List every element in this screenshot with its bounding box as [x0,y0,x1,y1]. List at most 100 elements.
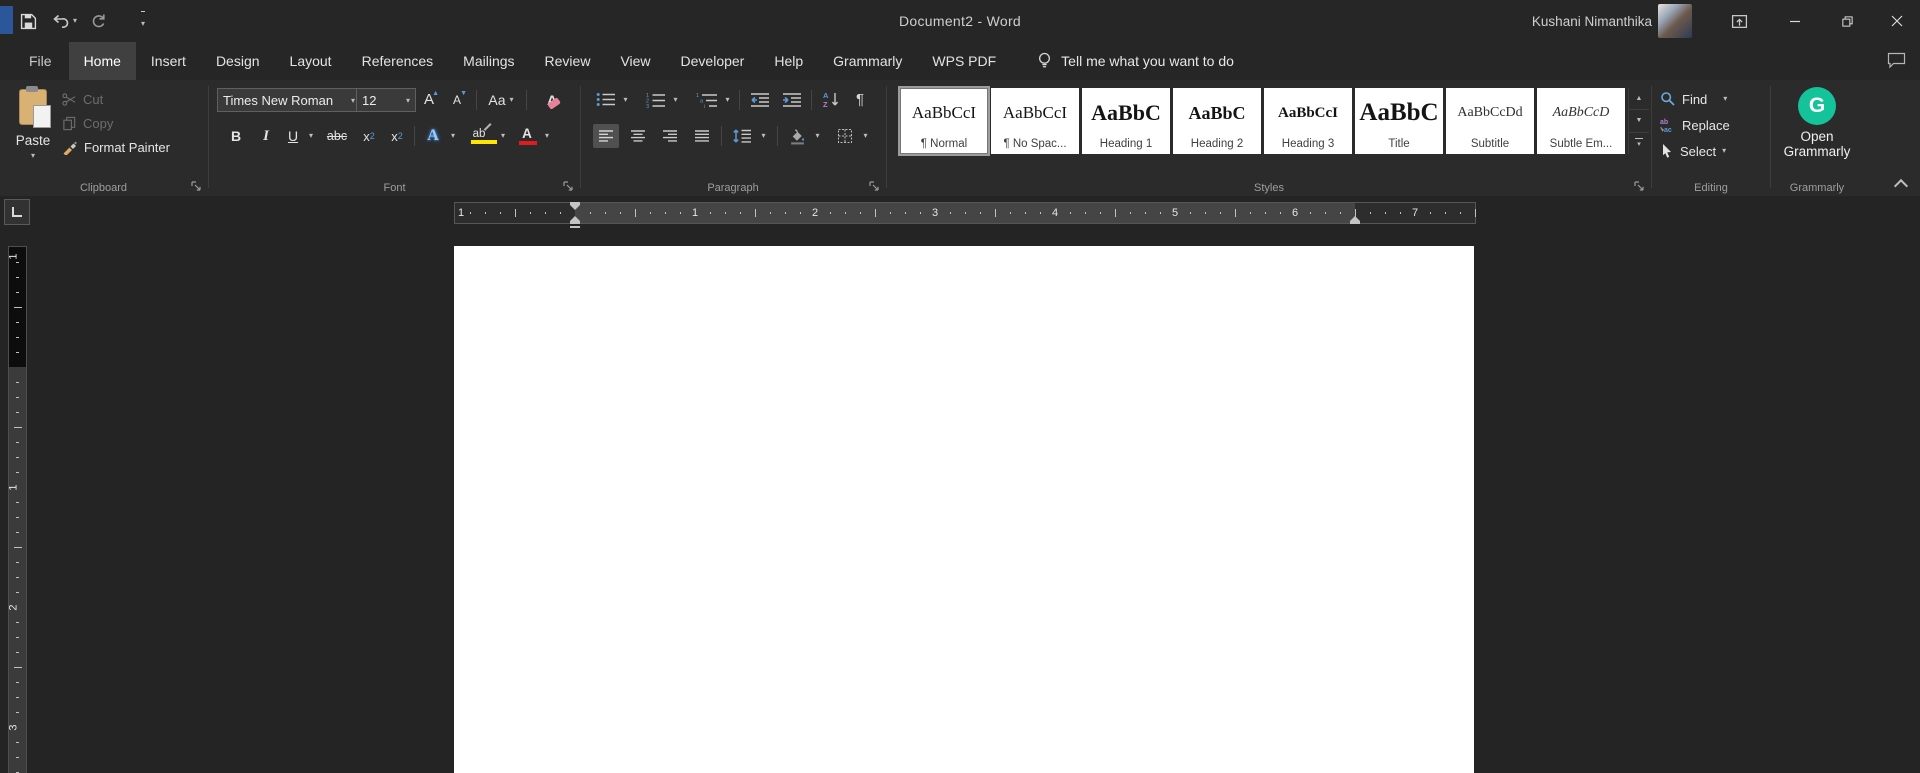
bold-button[interactable]: B [224,124,248,148]
account-user-name[interactable]: Kushani Nimanthika [1532,0,1652,42]
horizontal-ruler[interactable]: 1 1 2 3 4 5 6 7 [454,202,1476,231]
style-no-spac[interactable]: AaBbCcI ¶ No Spac... [991,88,1079,154]
align-center-button[interactable] [625,124,651,148]
right-indent-marker[interactable] [1350,216,1360,224]
ruler-number: 5 [1171,207,1179,219]
format-painter-button[interactable]: Format Painter [62,136,170,158]
collapse-ribbon-button[interactable] [1893,178,1909,194]
tab-insert[interactable]: Insert [136,42,201,80]
numbering-button[interactable]: 1 2 3 [643,88,669,111]
style-heading-2[interactable]: AaBbC Heading 2 [1173,88,1261,154]
line-spacing-button[interactable] [727,124,757,148]
tab-review[interactable]: Review [530,42,606,80]
vertical-ruler[interactable]: 1 1 2 3 [8,246,27,773]
style-heading-1[interactable]: AaBbC Heading 1 [1082,88,1170,154]
style-title[interactable]: AaBbC Title [1355,88,1443,154]
close-button[interactable] [1874,0,1920,42]
align-left-button[interactable] [593,124,619,148]
paragraph-dialog-launcher[interactable] [868,180,881,193]
comment-bubble-icon[interactable] [1887,52,1906,69]
first-line-indent-marker[interactable] [570,202,580,210]
tab-references[interactable]: References [347,42,449,80]
ruler-tick [515,209,516,217]
open-grammarly-button[interactable]: G Open Grammarly [1772,80,1862,176]
font-name-combobox[interactable]: Times New Roman ▾ [217,88,361,112]
shrink-font-button[interactable]: A ▼ [444,88,470,111]
justify-button[interactable] [689,124,715,148]
paste-button[interactable]: Paste ▾ [8,86,58,178]
bullets-button[interactable] [593,88,619,111]
styles-scroll-up-button[interactable]: ▲ [1629,88,1649,111]
styles-gallery-more-button[interactable]: ▾ [1629,133,1649,154]
style-sample-text: AaBbCcI [1002,103,1068,122]
shading-dropdown[interactable]: ▾ [811,124,824,148]
restore-button[interactable] [1824,0,1870,42]
italic-button[interactable]: I [254,124,278,148]
text-effects-button[interactable]: A [420,124,446,148]
clear-formatting-button[interactable]: A [536,88,568,111]
tab-home[interactable]: Home [68,42,136,80]
tab-file[interactable]: File [12,42,69,80]
tab-grammarly[interactable]: Grammarly [818,42,917,80]
sort-button[interactable]: A Z [817,88,847,111]
ribbon-display-options-button[interactable] [1716,0,1762,42]
ruler-tick [16,412,19,413]
font-dialog-launcher[interactable] [562,180,575,193]
tab-help[interactable]: Help [759,42,818,80]
show-formatting-marks-button[interactable]: ¶ [847,88,873,111]
find-button[interactable]: Find ▾ [1660,88,1772,110]
copy-button[interactable]: Copy [62,112,113,134]
style-heading-3[interactable]: AaBbCcI Heading 3 [1264,88,1352,154]
borders-button[interactable] [831,124,859,148]
tab-developer[interactable]: Developer [666,42,760,80]
subscript-button[interactable]: x2 [356,124,382,148]
style-sample-text: AaBbC [1359,99,1439,126]
numbering-dropdown[interactable]: ▾ [669,88,682,111]
tab-design[interactable]: Design [201,42,275,80]
styles-dialog-launcher[interactable] [1633,180,1646,193]
text-effects-dropdown[interactable]: ▾ [446,124,460,148]
highlight-dropdown[interactable]: ▾ [496,124,510,148]
strikethrough-button[interactable]: abc [322,124,352,148]
shading-button[interactable] [783,124,811,148]
user-avatar[interactable] [1658,4,1692,38]
change-case-button[interactable]: Aa ▾ [482,88,520,111]
font-color-button[interactable]: A [514,124,540,148]
style-subtle-em[interactable]: AaBbCcD Subtle Em... [1537,88,1625,154]
tell-me-box[interactable]: Tell me what you want to do [1037,42,1234,80]
minimize-button[interactable] [1772,0,1818,42]
tab-view[interactable]: View [605,42,665,80]
tab-wps-pdf[interactable]: WPS PDF [917,42,1011,80]
ruler-tick [1085,212,1086,214]
decrease-indent-button[interactable] [745,88,775,111]
cut-button[interactable]: Cut [62,88,103,110]
replace-button[interactable]: ab ac Replace [1660,114,1772,136]
tab-mailings[interactable]: Mailings [448,42,529,80]
increase-indent-button[interactable] [777,88,807,111]
ruler-tick [920,212,921,214]
ruler-tick [1340,212,1341,214]
tab-stop-selector[interactable] [4,199,30,225]
select-button[interactable]: Select ▾ [1660,140,1772,162]
line-spacing-dropdown[interactable]: ▾ [757,124,770,148]
bullets-dropdown[interactable]: ▾ [619,88,632,111]
tab-layout[interactable]: Layout [275,42,347,80]
highlight-button[interactable]: ab [464,122,497,148]
multilevel-list-button[interactable]: 1 a i [693,88,721,111]
multilevel-dropdown[interactable]: ▾ [721,88,734,111]
font-color-dropdown[interactable]: ▾ [540,124,554,148]
hanging-indent-marker[interactable] [570,216,580,224]
document-page[interactable] [454,246,1474,773]
style-normal[interactable]: AaBbCcI ¶ Normal [900,88,988,154]
align-right-button[interactable] [657,124,683,148]
font-size-combobox[interactable]: 12 ▾ [356,88,416,112]
clipboard-dialog-launcher[interactable] [190,180,203,193]
styles-scroll-down-button[interactable]: ▼ [1629,110,1649,133]
underline-button[interactable]: U [282,124,304,148]
style-subtitle[interactable]: AaBbCcDd Subtitle [1446,88,1534,154]
grow-font-button[interactable]: A ▲ [416,88,442,111]
borders-dropdown[interactable]: ▾ [859,124,872,148]
cut-label: Cut [83,91,104,107]
underline-dropdown[interactable]: ▾ [304,124,318,148]
superscript-button[interactable]: x2 [384,124,410,148]
